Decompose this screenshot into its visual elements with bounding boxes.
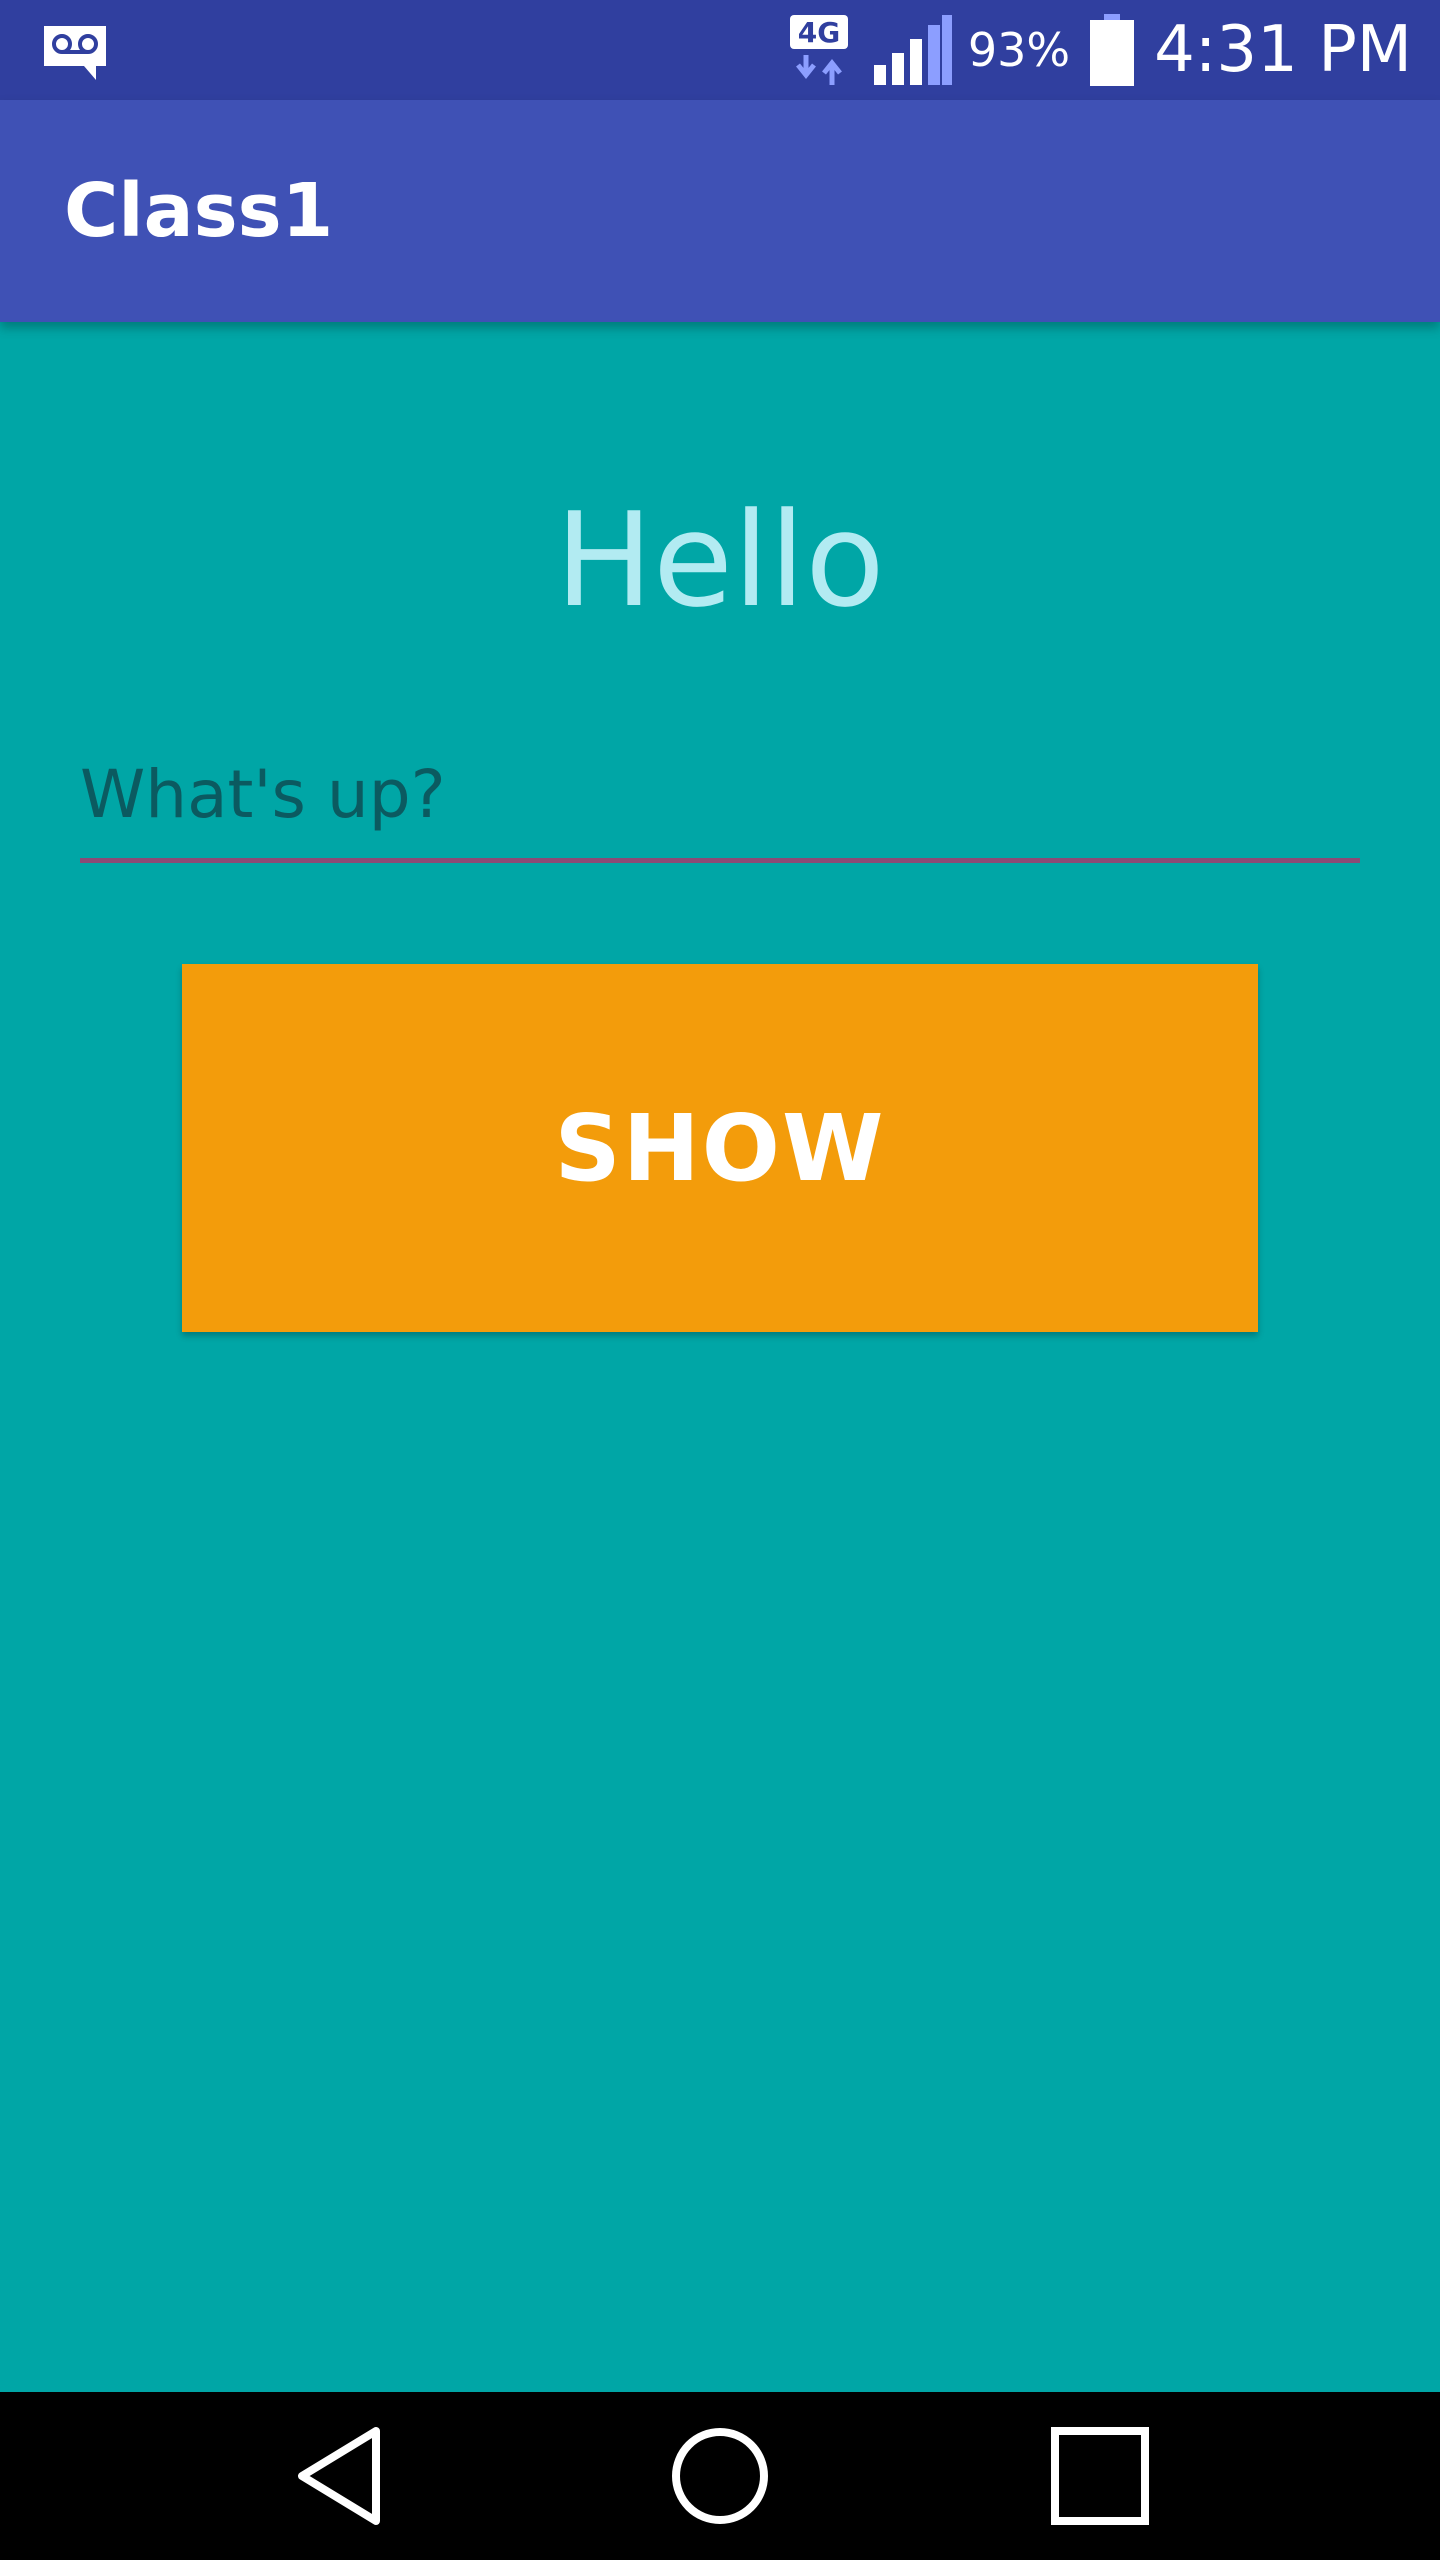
battery-percent: 93% — [967, 23, 1071, 77]
show-button[interactable]: SHOW — [182, 964, 1258, 1332]
back-button[interactable] — [240, 2392, 440, 2560]
home-icon — [672, 2428, 768, 2524]
back-icon — [298, 2427, 380, 2525]
input-underline — [80, 858, 1360, 863]
clock: 4:31 PM — [1154, 13, 1412, 87]
network-label: 4G — [798, 16, 840, 49]
battery-icon — [1090, 14, 1135, 86]
app-bar: Class1 — [0, 100, 1440, 322]
signal-icon — [873, 15, 952, 85]
status-bar: 4G 93% 4:31 PM — [0, 0, 1440, 100]
voicemail-icon — [44, 26, 106, 80]
network-4g-icon: 4G — [789, 15, 848, 85]
message-input-container — [80, 730, 1360, 866]
message-input[interactable] — [80, 730, 1360, 858]
greeting-text: Hello — [555, 484, 885, 636]
status-icons: 4G 93% 4:31 PM — [788, 0, 1412, 100]
navigation-bar — [0, 2392, 1440, 2560]
home-button[interactable] — [620, 2392, 820, 2560]
recents-icon — [1051, 2427, 1149, 2525]
app-title: Class1 — [64, 168, 334, 254]
screen: 4G 93% 4:31 PM Class1 Hello What's up? S… — [0, 0, 1440, 2560]
recents-button[interactable] — [1000, 2392, 1200, 2560]
